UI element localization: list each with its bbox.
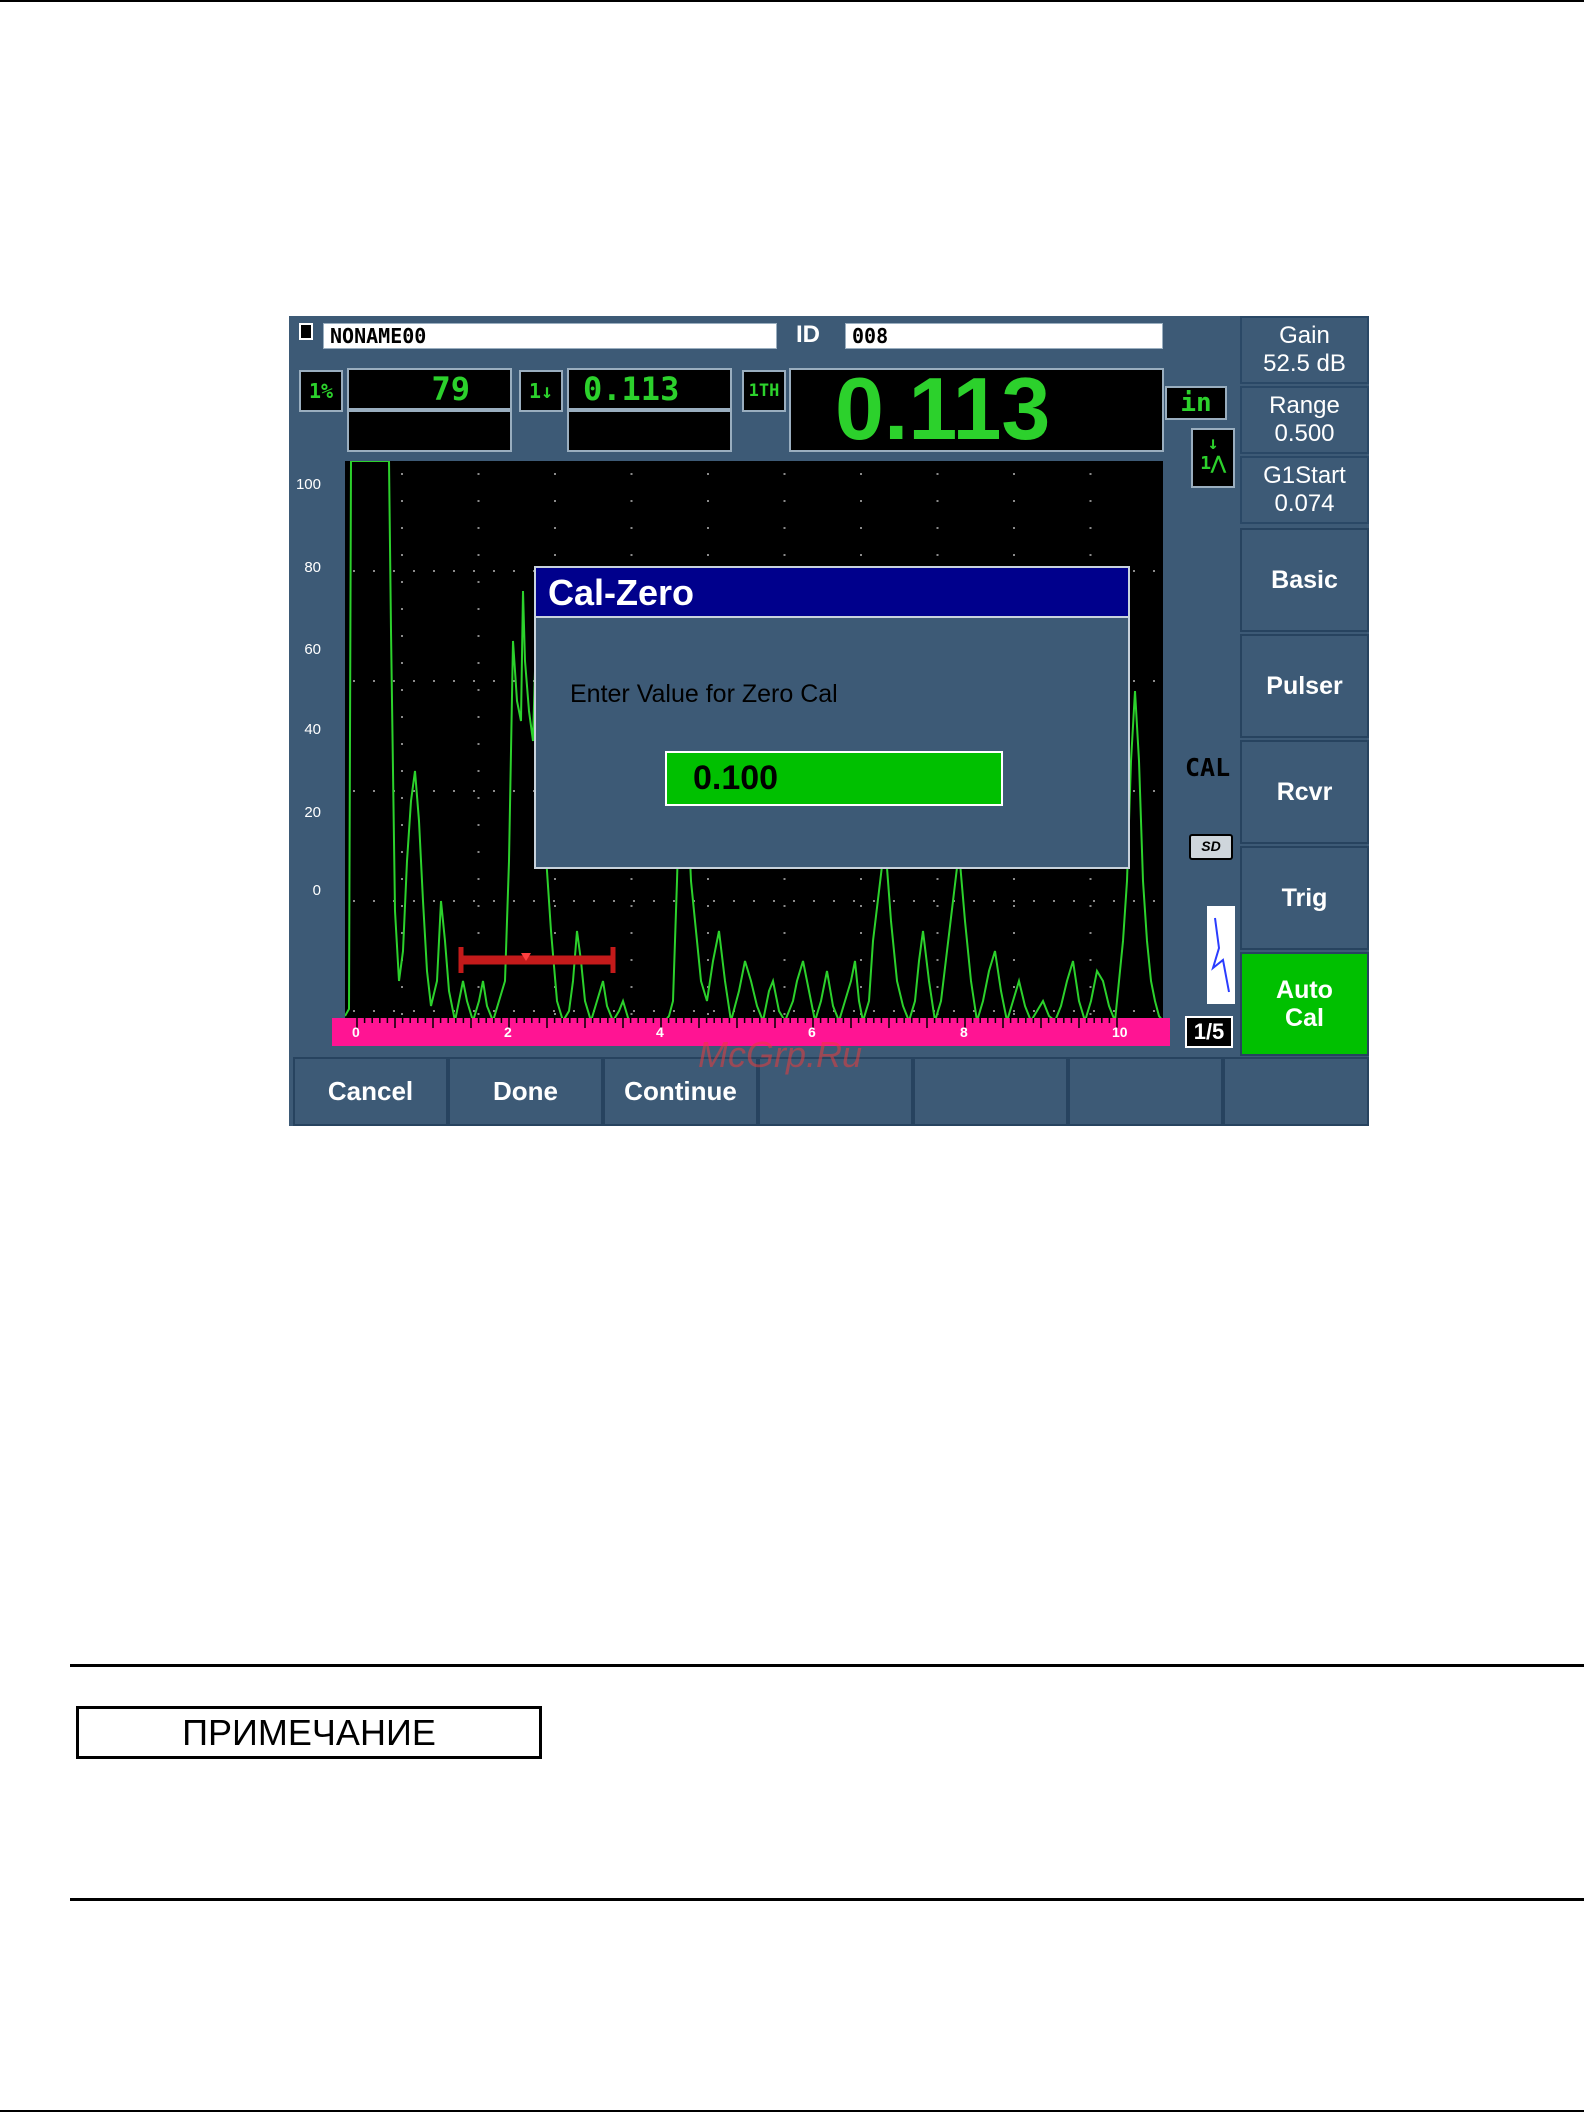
g1start-value: 0.074 <box>1274 490 1335 517</box>
battery-icon <box>1207 906 1235 1004</box>
y-tick-label: 80 <box>304 559 321 576</box>
g1start-label: G1Start <box>1263 462 1346 489</box>
flaw-detector-screen: NONAME00 ID 008 1% 79 1↓ 0.113 1TH 0.113… <box>289 316 1369 1126</box>
note-label: ПРИМЕЧАНИЕ <box>76 1706 542 1759</box>
file-icon <box>299 323 313 340</box>
id-label: ID <box>796 321 820 348</box>
id-field[interactable]: 008 <box>845 323 1163 349</box>
x-tick-label: 8 <box>960 1024 968 1040</box>
range-param[interactable]: Range 0.500 <box>1240 386 1369 454</box>
x-tick-label: 2 <box>504 1024 512 1040</box>
range-label: Range <box>1269 392 1340 419</box>
y-tick-label: 0 <box>312 882 321 899</box>
dialog-title: Cal-Zero <box>536 568 1128 618</box>
gain-value: 52.5 dB <box>1263 350 1346 377</box>
menu-auto-cal[interactable]: Auto Cal <box>1240 952 1369 1056</box>
page-indicator[interactable]: 1/5 <box>1185 1016 1233 1048</box>
main-reading-value: 0.113 <box>835 359 1051 458</box>
unit-indicator: in <box>1165 386 1227 420</box>
gate-alarm-icon: ↓ 1⋀ <box>1191 428 1235 488</box>
y-tick-label: 100 <box>295 476 321 493</box>
cal-indicator: CAL <box>1185 753 1231 782</box>
reading-2-sub <box>567 410 732 452</box>
x-tick-label: 10 <box>1112 1024 1128 1040</box>
watermark: McGrp.Ru <box>698 1034 863 1075</box>
menu-rcvr[interactable]: Rcvr <box>1240 740 1369 844</box>
menu-basic[interactable]: Basic <box>1240 528 1369 632</box>
depth-icon: 1↓ <box>519 370 563 412</box>
file-name-field[interactable]: NONAME00 <box>323 323 777 349</box>
gate-1-marker <box>458 947 616 973</box>
reading-1-sub <box>347 410 512 452</box>
gain-label: Gain <box>1279 322 1330 349</box>
reading-2-field: 0.113 <box>567 368 732 410</box>
softkey-6[interactable] <box>1068 1057 1223 1126</box>
x-tick-label: 0 <box>352 1024 360 1040</box>
range-value: 0.500 <box>1274 420 1335 447</box>
note-top-rule <box>70 1664 1584 1667</box>
top-rule <box>0 0 1584 2</box>
menu-trig[interactable]: Trig <box>1240 846 1369 950</box>
softkey-5[interactable] <box>913 1057 1068 1126</box>
done-button[interactable]: Done <box>448 1057 603 1126</box>
main-reading-field: 0.113 <box>789 364 1164 454</box>
thickness-icon: 1TH <box>742 370 786 412</box>
menu-auto-cal-label: Auto Cal <box>1276 976 1333 1032</box>
sd-card-icon: SD <box>1189 834 1233 860</box>
zero-cal-value-input[interactable]: 0.100 <box>665 751 1003 806</box>
cancel-button[interactable]: Cancel <box>293 1057 448 1126</box>
reading-1-field: 79 <box>347 368 512 410</box>
g1start-param[interactable]: G1Start 0.074 <box>1240 456 1369 524</box>
note-bottom-rule <box>70 1898 1584 1901</box>
menu-pulser[interactable]: Pulser <box>1240 634 1369 738</box>
y-tick-label: 60 <box>304 641 321 658</box>
softkey-7[interactable] <box>1223 1057 1369 1126</box>
amplitude-icon: 1% <box>299 370 343 412</box>
reading-2-value: 0.113 <box>583 370 680 408</box>
gain-param[interactable]: Gain 52.5 dB <box>1240 316 1369 384</box>
dialog-prompt: Enter Value for Zero Cal <box>570 680 838 708</box>
x-tick-label: 4 <box>656 1024 664 1040</box>
bottom-rule <box>0 2110 1584 2112</box>
cal-zero-dialog: Cal-Zero Enter Value for Zero Cal 0.100 <box>534 566 1130 869</box>
reading-1-value: 79 <box>431 370 470 408</box>
y-tick-label: 40 <box>304 721 321 738</box>
y-tick-label: 20 <box>304 804 321 821</box>
